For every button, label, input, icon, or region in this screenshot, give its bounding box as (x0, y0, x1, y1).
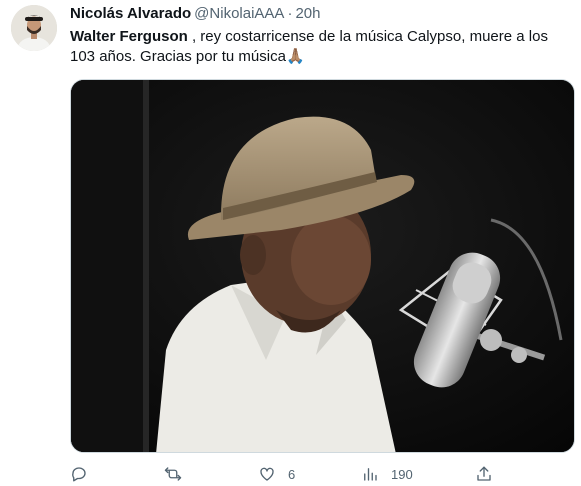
separator: · (287, 5, 293, 22)
views-icon (364, 468, 377, 481)
retweet-button[interactable] (164, 463, 194, 485)
tweet-card[interactable]: Nicolás Alvarado @NikolaiAAA · 20h Walter F… (0, 0, 581, 486)
views-count: 190 (391, 466, 413, 482)
tweet-text: Walter Ferguson , rey costarricense de l… (70, 27, 570, 67)
tweet-photo[interactable] (70, 79, 575, 453)
timestamp[interactable]: 20h (295, 5, 320, 22)
like-count: 6 (288, 466, 296, 482)
like-icon (260, 467, 274, 481)
views-button[interactable]: 190 (361, 463, 413, 485)
like-button[interactable]: 6 (258, 463, 295, 485)
tweet-text-bold: Walter Ferguson (70, 28, 188, 45)
share-button[interactable] (475, 463, 493, 485)
avatar[interactable] (11, 5, 57, 51)
tweet-actions: 6 190 (70, 463, 570, 485)
author-name[interactable]: Nicolás Alvarado (70, 5, 191, 22)
retweet-icon (164, 467, 182, 481)
avatar-image (11, 5, 57, 51)
reply-icon (72, 467, 86, 482)
reply-button[interactable] (70, 463, 100, 485)
tweet-header: Nicolás Alvarado @NikolaiAAA · 20h (70, 5, 320, 23)
pray-emoji: 🙏🏽 (285, 48, 305, 65)
author-handle[interactable]: @NikolaiAAA (194, 5, 284, 22)
share-icon (477, 466, 491, 481)
photo-man-with-microphone (71, 80, 574, 452)
